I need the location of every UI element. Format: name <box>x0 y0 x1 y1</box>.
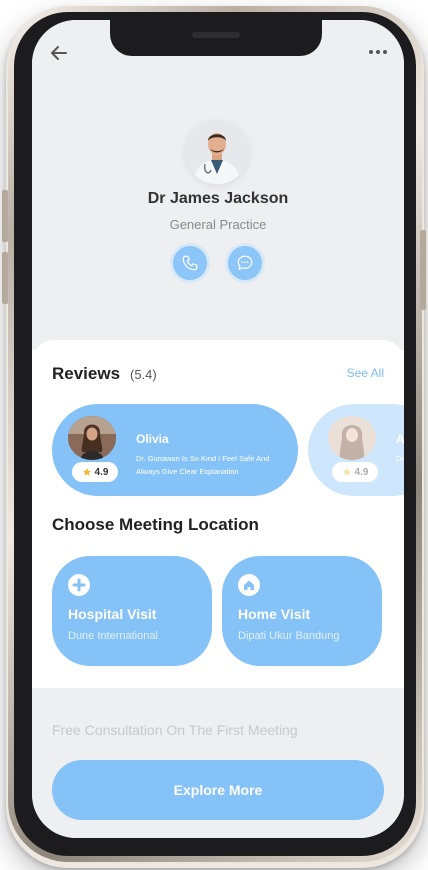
see-all-link[interactable]: See All <box>347 366 384 380</box>
doctor-avatar <box>185 120 249 184</box>
home-icon <box>238 574 260 596</box>
doctor-specialty: General Practice <box>169 217 267 232</box>
doctor-name: Dr James Jackson <box>147 190 289 207</box>
reviewer-name: Olivia <box>136 432 169 446</box>
phone-power-button <box>420 230 426 310</box>
home-visit-card[interactable]: Home Visit Dipati Ukur Bandung <box>222 556 382 666</box>
free-consultation-note: Free Consultation On The First Meeting <box>52 722 298 738</box>
reviews-heading: Reviews <box>52 364 121 383</box>
visit-title: Hospital Visit <box>68 606 157 622</box>
back-arrow-icon[interactable] <box>48 42 70 64</box>
chat-icon <box>237 255 253 270</box>
hospital-visit-card[interactable]: Hospital Visit Dune International <box>52 556 212 666</box>
app-screen: Dr James Jackson General Practice Review… <box>32 20 404 838</box>
star-icon <box>342 467 351 476</box>
explore-more-button[interactable]: Explore More <box>52 760 384 820</box>
phone-side-button <box>2 190 8 242</box>
doctor-header: Dr James Jackson General Practice <box>32 20 404 350</box>
plus-icon <box>68 574 90 596</box>
visit-title: Home Visit <box>238 606 311 622</box>
visit-subtitle: Dipati Ukur Bandung <box>238 630 340 642</box>
reviewer-name: A <box>396 432 404 446</box>
meeting-location-heading: Choose Meeting Location <box>52 515 259 534</box>
star-icon <box>82 467 91 476</box>
chat-button[interactable] <box>228 246 262 280</box>
phone-side-button <box>2 252 8 304</box>
visit-subtitle: Dune International <box>68 630 158 642</box>
rating-badge: 4.9 <box>72 462 118 482</box>
reviewer-avatar <box>328 416 376 460</box>
phone-body: Dr James Jackson General Practice Review… <box>14 12 416 856</box>
review-text: Dr. Gunawan Is So Kind I Feel Safe And A… <box>136 454 270 476</box>
speaker-grille <box>192 32 240 38</box>
rating-value: 4.9 <box>94 466 109 478</box>
reviewer-avatar <box>68 416 116 460</box>
review-card[interactable]: 4.9 Olivia Dr. Gunawan Is So Kind I Feel… <box>52 404 298 496</box>
rating-value: 4.9 <box>354 466 369 478</box>
review-card[interactable]: 4.9 A Dr Ala <box>308 404 404 496</box>
phone-notch <box>110 20 322 56</box>
rating-badge: 4.9 <box>332 462 378 482</box>
review-text: Dr Ala <box>396 454 404 463</box>
reviews-score: (5.4) <box>130 367 157 382</box>
phone-icon <box>182 255 198 271</box>
call-button[interactable] <box>173 246 207 280</box>
more-dots-icon[interactable] <box>366 42 390 62</box>
